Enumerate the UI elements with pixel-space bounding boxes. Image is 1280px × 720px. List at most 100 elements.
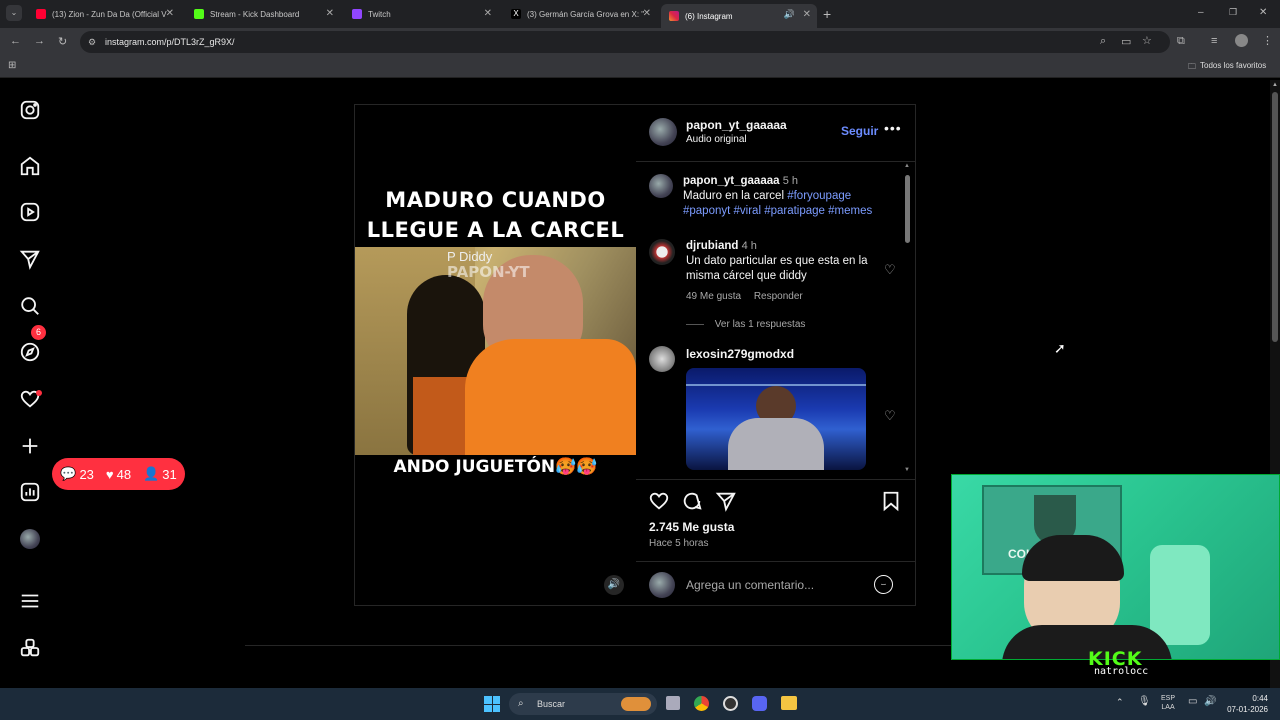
threads-apps-icon[interactable]: [18, 636, 42, 660]
close-tab-icon[interactable]: ✕: [803, 9, 811, 20]
discord-taskbar-icon[interactable]: [752, 696, 767, 711]
comment-like-heart-icon[interactable]: ♡: [884, 408, 896, 424]
close-tab-icon[interactable]: ✕: [326, 8, 334, 19]
dashboard-icon[interactable]: [18, 480, 42, 504]
apps-grid-icon[interactable]: ⊞: [8, 60, 16, 71]
likes-count[interactable]: 2.745 Me gusta: [649, 520, 734, 534]
network-icon[interactable]: ▭: [1188, 696, 1197, 707]
extensions-icon[interactable]: ⧉: [1177, 35, 1185, 48]
reels-icon[interactable]: [18, 200, 42, 224]
comment-username[interactable]: lexosin279gmodxd: [686, 347, 794, 361]
youtube-icon: [36, 9, 46, 19]
comment-image[interactable]: [686, 368, 866, 470]
tab-youtube[interactable]: (13) Zion - Zun Da Da (Official V ✕: [28, 4, 180, 24]
reload-icon[interactable]: ↻: [58, 35, 67, 48]
back-icon[interactable]: ←: [10, 35, 21, 47]
more-dots-icon[interactable]: •••: [884, 120, 902, 136]
all-bookmarks[interactable]: 🗀 Todos los favoritos: [1188, 61, 1266, 75]
scroll-up-icon[interactable]: ▲: [904, 163, 910, 169]
explore-icon[interactable]: [18, 340, 42, 364]
url-field[interactable]: ⚙ instagram.com/p/DTL3rZ_gR9X/: [80, 31, 1170, 53]
comments-list[interactable]: papon_yt_gaaaaa 5 h Maduro en la carcel …: [636, 161, 915, 479]
activity-summary-pill[interactable]: 💬 23 ♥ 48 👤 31: [52, 458, 185, 490]
task-view-icon[interactable]: [666, 696, 680, 710]
image-light-streak: [686, 384, 866, 386]
home-icon[interactable]: [18, 154, 42, 178]
caption-avatar[interactable]: [649, 174, 673, 198]
webcam-overlay: COLO: [951, 474, 1280, 660]
bookmark-star-icon[interactable]: ☆: [1142, 34, 1152, 47]
like-heart-icon[interactable]: [648, 490, 670, 517]
scroll-down-icon[interactable]: ▼: [904, 467, 910, 473]
close-tab-icon[interactable]: ✕: [484, 8, 492, 19]
caption-username[interactable]: papon_yt_gaaaaa: [683, 175, 780, 187]
page-scroll-thumb[interactable]: [1272, 92, 1278, 342]
audio-toggle-icon[interactable]: 🔊: [604, 575, 624, 595]
video-bottom-text: ANDO JUGUETÓN🥵🥵: [393, 457, 598, 477]
chrome-taskbar-icon[interactable]: [694, 696, 709, 711]
reply-button[interactable]: Responder: [754, 291, 803, 302]
comment-username[interactable]: djrubiand: [686, 240, 738, 252]
close-tab-icon[interactable]: ✕: [643, 8, 651, 19]
comments-scroll-thumb[interactable]: [905, 175, 910, 243]
emoji-icon[interactable]: ⌣: [874, 575, 893, 594]
comment-icon[interactable]: [681, 490, 703, 517]
comments-scrollbar[interactable]: ▲ ▼: [904, 163, 912, 477]
share-icon[interactable]: [715, 490, 737, 517]
page-scroll-up-icon[interactable]: ▲: [1272, 82, 1278, 88]
mouse-cursor-icon: ➚: [1054, 340, 1066, 356]
reel-video[interactable]: MADURO CUANDO LLEGUE A LA CARCEL P Diddy…: [355, 105, 636, 605]
x-icon: X: [511, 9, 521, 19]
audio-label[interactable]: Audio original: [686, 134, 787, 145]
post-side-panel: papon_yt_gaaaaa Audio original Seguir ••…: [636, 105, 915, 605]
tab-twitch[interactable]: Twitch ✕: [344, 4, 498, 24]
tab-kick[interactable]: Stream - Kick Dashboard ✕: [186, 4, 340, 24]
save-bookmark-icon[interactable]: [881, 490, 901, 517]
author-avatar[interactable]: [649, 118, 677, 146]
clock[interactable]: 0:44 07-01-2026: [1224, 693, 1268, 715]
cast-icon[interactable]: ▭: [1121, 35, 1131, 48]
speaker-icon[interactable]: 🔊: [784, 9, 795, 20]
comment-avatar[interactable]: [649, 346, 675, 372]
microphone-icon[interactable]: 🎙: [1138, 696, 1151, 707]
comment-like-heart-icon[interactable]: ♡: [884, 262, 896, 278]
site-info-icon[interactable]: ⚙: [88, 31, 96, 53]
tray-chevron-icon[interactable]: ⌃: [1116, 697, 1124, 708]
instagram-logo-icon[interactable]: [18, 98, 42, 122]
minimize-icon[interactable]: –: [1198, 7, 1204, 18]
messages-icon[interactable]: [18, 247, 42, 271]
view-replies[interactable]: Ver las 1 respuestas: [686, 319, 805, 330]
maximize-icon[interactable]: ❐: [1229, 7, 1237, 18]
forward-icon[interactable]: →: [34, 35, 45, 47]
more-menu-icon[interactable]: [18, 589, 42, 613]
comment-input[interactable]: Agrega un comentario...: [686, 578, 814, 592]
orange-shirt: [465, 339, 636, 455]
menu-icon[interactable]: ⋮: [1262, 34, 1273, 47]
search-icon[interactable]: [18, 294, 42, 318]
post-actions: 2.745 Me gusta Hace 5 horas: [636, 479, 915, 569]
windows-start-icon[interactable]: [484, 696, 500, 712]
author-username[interactable]: papon_yt_gaaaaa: [686, 118, 787, 132]
file-explorer-icon[interactable]: [781, 696, 797, 710]
language-indicator[interactable]: ESP LAA: [1161, 694, 1175, 712]
tab-title: (13) Zion - Zun Da Da (Official V: [52, 9, 167, 19]
media-icon[interactable]: ≡: [1211, 35, 1217, 47]
caption-hashtags[interactable]: #paponyt #viral #paratipage #memes: [683, 205, 872, 217]
comment-avatar[interactable]: [649, 239, 675, 265]
tab-instagram[interactable]: (6) Instagram 🔊 ✕: [661, 4, 817, 28]
app-taskbar-icon[interactable]: [723, 696, 738, 711]
tab-x[interactable]: X (3) Germán García Grova en X: " ✕: [503, 4, 657, 24]
profile-avatar[interactable]: [1235, 34, 1248, 47]
create-icon[interactable]: [18, 434, 42, 458]
comment-likes[interactable]: 49 Me gusta: [686, 291, 741, 302]
zoom-icon[interactable]: ⌕: [1100, 35, 1106, 48]
profile-avatar-icon[interactable]: [18, 527, 42, 551]
taskbar-search[interactable]: ⌕ Buscar: [509, 693, 657, 715]
caption-hashtag[interactable]: #foryoupage: [787, 190, 851, 202]
volume-icon[interactable]: 🔊: [1204, 696, 1216, 707]
tab-search-icon[interactable]: ⌄: [6, 5, 22, 21]
close-tab-icon[interactable]: ✕: [166, 8, 174, 19]
follow-button[interactable]: Seguir: [841, 124, 878, 138]
new-tab-icon[interactable]: +: [823, 6, 831, 22]
close-window-icon[interactable]: ✕: [1259, 7, 1267, 18]
